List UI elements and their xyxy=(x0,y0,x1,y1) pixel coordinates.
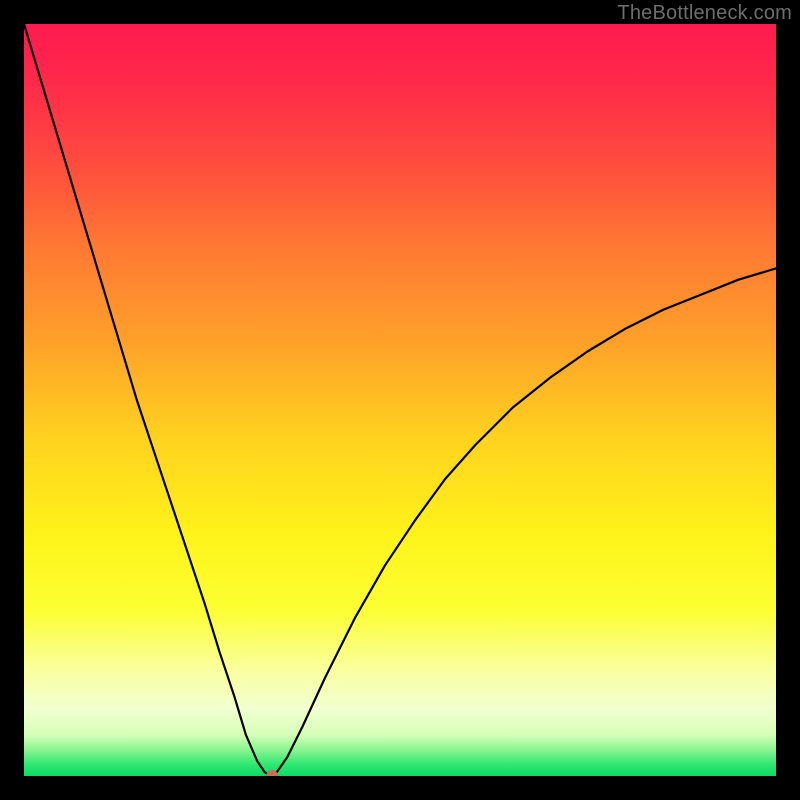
plot-area xyxy=(24,24,776,776)
chart-svg xyxy=(24,24,776,776)
outer-frame: TheBottleneck.com xyxy=(0,0,800,800)
watermark-text: TheBottleneck.com xyxy=(617,2,792,25)
